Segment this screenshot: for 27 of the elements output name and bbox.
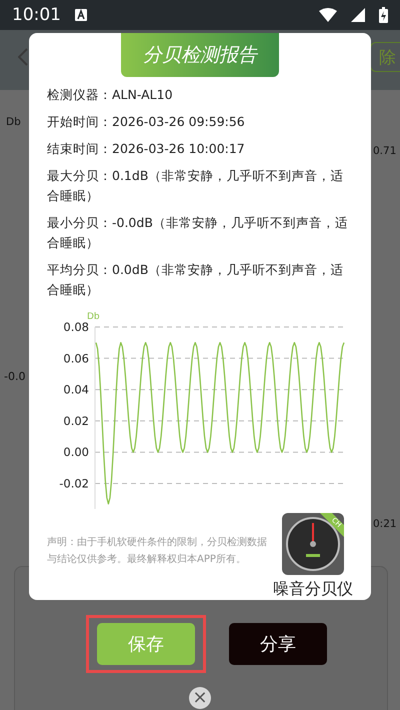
tick-label: 0.00 [63, 445, 89, 460]
tick-label: -0.02 [59, 476, 89, 491]
background-label: 0:21 [373, 518, 397, 530]
notification-icon [75, 9, 87, 21]
series-label: Db [87, 312, 100, 322]
wifi-icon [319, 8, 337, 22]
app-name: 噪音分贝仪 [273, 579, 353, 600]
report-field: 结束时间：2026-03-26 10:00:17 [47, 139, 353, 159]
report-field: 检测仪器：ALN-AL10 [47, 85, 353, 105]
status-time: 10:01 [12, 5, 61, 25]
disclaimer-text: 声明：由于手机软硬件条件的限制，分贝检测数据与结论仅供参考。最终解释权归本APP所有。 [47, 536, 268, 567]
tick-label: 0.06 [63, 351, 89, 366]
share-button[interactable]: 分享 [229, 623, 327, 665]
battery-icon [379, 7, 388, 23]
tick-label: 0.04 [63, 382, 89, 397]
background-label: -0.0 [4, 370, 26, 383]
background-label: Db [6, 116, 21, 128]
tick-label: 0.08 [63, 320, 89, 334]
report-field: 最小分贝：-0.0dB（非常安静，几乎听不到声音，适合睡眠） [47, 213, 353, 253]
back-icon[interactable] [18, 48, 28, 66]
report-field: 开始时间：2026-03-26 09:59:56 [47, 112, 353, 132]
report-field: 平均分贝：0.0dB（非常安静，几乎听不到声音，适合睡眠） [47, 260, 353, 300]
tick-label: 0.02 [63, 414, 89, 428]
dialog-title: 分贝检测报告 [121, 33, 279, 77]
background-label: 0.71 [373, 145, 396, 157]
signal-icon [351, 8, 365, 22]
report-field: 最大分贝：0.1dB（非常安静，几乎听不到声音，适合睡眠） [47, 166, 353, 206]
